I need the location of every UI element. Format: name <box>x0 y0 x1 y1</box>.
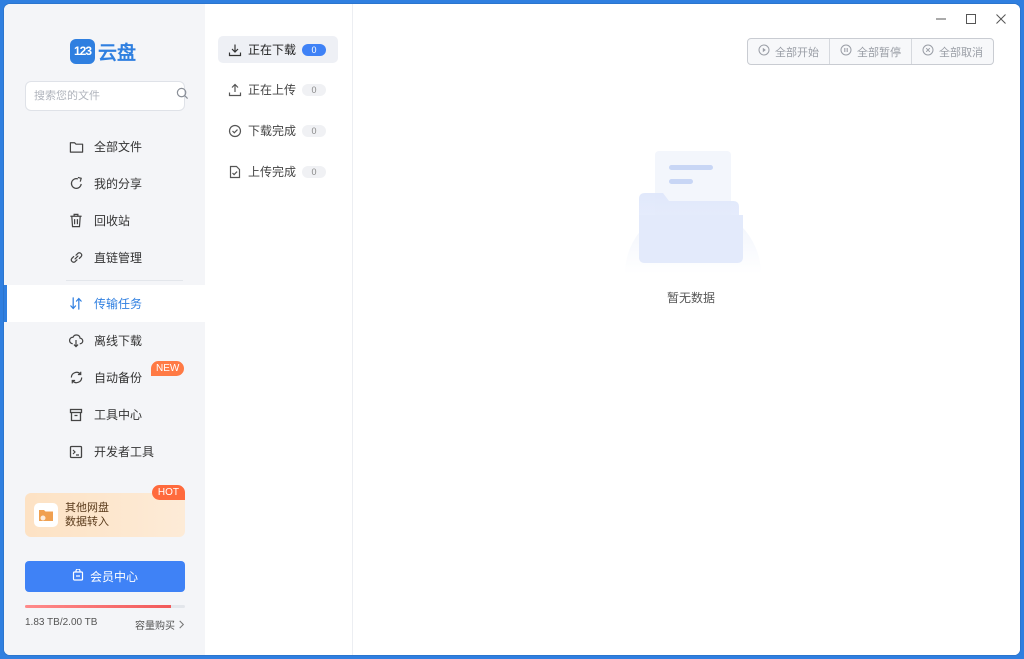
file-check-icon <box>228 165 242 179</box>
sidebar-item-label: 直链管理 <box>94 251 143 265</box>
logo-text: 云盘 <box>98 42 137 64</box>
sidebar-item-label: 传输任务 <box>94 297 143 311</box>
sidebar-item-label: 开发者工具 <box>94 445 155 459</box>
sidebar-item-recycle[interactable]: 回收站 <box>4 202 205 239</box>
sidebar-item-backup[interactable]: 自动备份 NEW <box>4 359 205 396</box>
minimize-button[interactable] <box>932 10 950 28</box>
promo-line-2: 数据转入 <box>65 516 109 528</box>
storage-used-text: 1.83 TB/2.00 TB <box>25 617 98 628</box>
sidebar-item-label: 全部文件 <box>94 140 143 154</box>
empty-folder-illustration <box>623 149 763 279</box>
sidebar-item-tools[interactable]: 工具中心 <box>4 396 205 433</box>
play-icon <box>758 44 770 59</box>
sidebar-item-label: 我的分享 <box>94 177 143 191</box>
app-logo: 123 云盘 <box>70 38 136 64</box>
tab-label: 下载完成 <box>248 124 297 138</box>
empty-state-text: 暂无数据 <box>667 291 716 305</box>
promo-text: 其他网盘 数据转入 <box>65 501 109 529</box>
toolbox-icon <box>68 407 84 423</box>
count-badge: 0 <box>302 165 327 178</box>
hot-badge: HOT <box>151 485 185 500</box>
cancel-icon <box>922 44 934 59</box>
logo-badge: 123 <box>70 38 95 64</box>
vip-center-button[interactable]: 会员中心 <box>25 561 185 592</box>
tab-uploading[interactable]: 正在上传 0 <box>218 76 338 103</box>
sidebar-item-transfer[interactable]: 传输任务 <box>4 285 205 322</box>
sidebar: 123 云盘 全部文件 我的分享 <box>4 4 205 655</box>
sidebar-item-label: 工具中心 <box>94 408 143 422</box>
sidebar-item-label: 回收站 <box>94 214 131 228</box>
window-controls <box>932 10 1010 28</box>
promo-line-1: 其他网盘 <box>65 502 109 514</box>
tab-download-complete[interactable]: 下载完成 0 <box>218 117 338 144</box>
tab-label: 正在下载 <box>248 43 297 57</box>
pause-all-label: 全部暂停 <box>857 46 901 59</box>
link-icon <box>68 250 84 266</box>
pause-all-button[interactable]: 全部暂停 <box>830 39 912 64</box>
cancel-all-label: 全部取消 <box>939 46 983 59</box>
upload-icon <box>228 83 242 97</box>
count-badge: 0 <box>302 83 327 96</box>
close-button[interactable] <box>992 10 1010 28</box>
cancel-all-button[interactable]: 全部取消 <box>912 39 993 64</box>
sidebar-item-direct-link[interactable]: 直链管理 <box>4 239 205 276</box>
app-window: 123 云盘 全部文件 我的分享 <box>4 4 1020 655</box>
sidebar-item-offline[interactable]: 离线下载 <box>4 322 205 359</box>
pause-icon <box>840 44 852 59</box>
batch-action-group: 全部开始 全部暂停 全部取消 <box>747 38 994 65</box>
share-icon <box>68 176 84 192</box>
chevron-right-icon <box>178 620 185 632</box>
tab-upload-complete[interactable]: 上传完成 0 <box>218 158 338 185</box>
sidebar-item-label: 自动备份 <box>94 371 143 385</box>
storage-progress-fill <box>25 605 172 608</box>
sidebar-item-my-share[interactable]: 我的分享 <box>4 165 205 202</box>
search-input[interactable] <box>34 90 176 102</box>
transfer-arrows-icon <box>68 296 84 312</box>
vip-bag-icon <box>72 568 84 584</box>
terminal-icon <box>68 444 84 460</box>
new-badge: NEW <box>151 361 185 376</box>
count-badge: 0 <box>302 124 327 137</box>
search-icon[interactable] <box>176 87 189 105</box>
sidebar-item-label: 离线下载 <box>94 334 143 348</box>
storage-progress <box>25 605 185 608</box>
start-all-button[interactable]: 全部开始 <box>748 39 830 64</box>
sidebar-item-developer[interactable]: 开发者工具 <box>4 433 205 470</box>
buy-capacity-label: 容量购买 <box>135 621 175 632</box>
vip-label: 会员中心 <box>89 570 138 584</box>
transfer-subnav: 正在下载 0 正在上传 0 下载完成 0 上传完成 0 <box>205 4 353 655</box>
sidebar-nav: 全部文件 我的分享 回收站 直链管理 传输任务 离线下载 自动备份 NEW 工具… <box>4 128 205 470</box>
maximize-button[interactable] <box>962 10 980 28</box>
import-promo-card[interactable]: 其他网盘 数据转入 HOT <box>25 485 185 537</box>
sync-icon <box>68 370 84 386</box>
main-content: 全部开始 全部暂停 全部取消 暂无数据 <box>353 4 1020 655</box>
check-circle-icon <box>228 124 242 138</box>
tab-label: 上传完成 <box>248 165 297 179</box>
trash-icon <box>68 213 84 229</box>
import-icon <box>34 503 58 527</box>
tab-label: 正在上传 <box>248 83 297 97</box>
folder-icon <box>68 139 84 155</box>
start-all-label: 全部开始 <box>775 46 819 59</box>
cloud-download-icon <box>68 333 84 349</box>
buy-capacity-link[interactable]: 容量购买 <box>135 617 185 632</box>
download-icon <box>228 43 242 57</box>
nav-divider <box>66 280 183 281</box>
sidebar-item-all-files[interactable]: 全部文件 <box>4 128 205 165</box>
search-box[interactable] <box>25 81 189 111</box>
tab-downloading[interactable]: 正在下载 0 <box>218 36 338 63</box>
count-badge: 0 <box>302 43 327 56</box>
